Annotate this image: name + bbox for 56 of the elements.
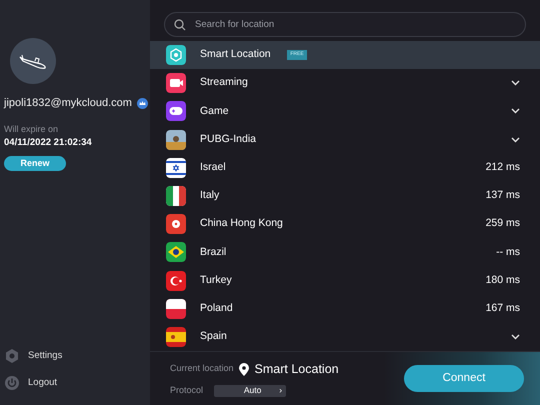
location-name: Italy [200,188,220,204]
location-item[interactable]: Brazil -- ms [150,238,540,266]
ping-time: 259 ms [486,216,520,232]
expire-date: 04/11/2022 21:02:34 [4,136,93,150]
ping-time: 167 ms [486,300,520,316]
brazil-flag-icon [166,242,186,262]
ping-time: 180 ms [486,272,520,288]
location-name: Poland [200,300,233,316]
turkey-flag-icon [166,270,186,291]
game-art-icon [166,130,186,150]
search-field[interactable]: Search for location [164,12,526,37]
protocol-label: Protocol [170,384,204,397]
smart-location-icon [166,45,186,66]
settings-icon [4,348,20,364]
chevron-down-icon[interactable] [511,108,520,114]
video-icon [166,73,186,94]
spain-flag-icon [166,326,186,347]
ping-time: 137 ms [486,188,520,204]
location-item[interactable]: China Hong Kong 259 ms [150,210,540,238]
location-name: Spain [200,329,227,344]
location-name: Turkey [200,272,232,288]
location-name: Smart Location [200,47,271,62]
location-name: Game [200,104,229,119]
location-item[interactable]: Italy 137 ms [150,182,540,210]
current-location: Smart Location [254,360,339,378]
ping-time: 212 ms [486,160,520,175]
location-name: PUBG-India [200,132,256,147]
location-item[interactable]: PUBG-India [150,126,540,154]
avatar [10,38,56,84]
user-email: jipoli1832@mykcloud.com [4,96,132,111]
poland-flag-icon [166,298,186,319]
location-item[interactable]: Spain [150,322,540,352]
location-name: Streaming [200,75,248,90]
ping-time: -- ms [496,244,520,260]
logout-item[interactable]: Logout [4,375,150,391]
expire-label: Will expire on [4,122,60,136]
chevron-down-icon[interactable] [511,80,520,86]
chevron-down-icon[interactable] [511,136,520,143]
location-item[interactable]: Poland 167 ms [150,294,540,323]
location-item[interactable]: Streaming [150,69,540,98]
crown-icon [137,98,148,109]
current-location-label: Current location [170,362,234,376]
location-item[interactable]: Israel 212 ms [150,154,540,182]
gamepad-icon [166,101,186,122]
chevron-down-icon[interactable] [511,334,520,340]
israel-flag-icon [166,158,186,178]
location-pin-icon [239,362,250,376]
location-name: Brazil [200,244,226,260]
location-name: China Hong Kong [200,216,283,232]
location-item[interactable]: Game [150,97,540,126]
italy-flag-icon [166,186,186,206]
settings-item[interactable]: Settings [4,348,150,364]
power-icon [4,375,20,391]
protocol-selector[interactable]: Auto › [214,384,286,397]
location-item[interactable]: Turkey 180 ms [150,266,540,295]
location-name: Israel [200,160,226,175]
